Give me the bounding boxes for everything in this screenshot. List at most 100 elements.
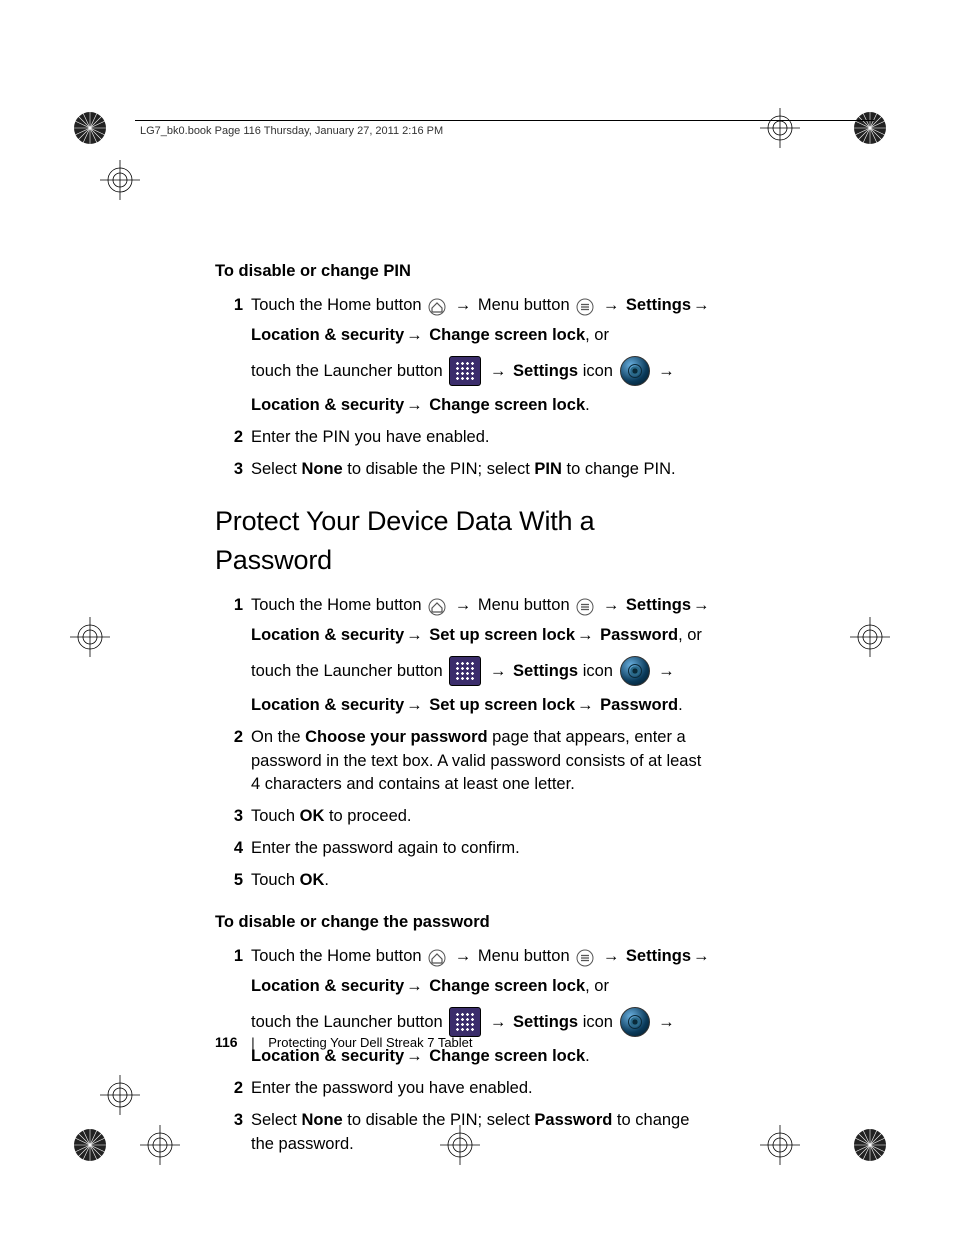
step-item: 3 Select None to disable the PIN; select… xyxy=(215,458,715,482)
step-number: 2 xyxy=(215,726,251,750)
step-number: 1 xyxy=(215,945,251,969)
launcher-icon xyxy=(449,356,481,386)
bold: Change screen lock xyxy=(429,977,585,995)
step-number: 2 xyxy=(215,426,251,450)
bold: Location & security xyxy=(251,396,404,414)
text: icon xyxy=(583,662,618,680)
bold: Set up screen lock xyxy=(429,696,575,714)
text: icon xyxy=(583,1013,618,1031)
step-body: Select None to disable the PIN; select P… xyxy=(251,1109,715,1157)
step-body: Touch the Home button → Menu button → Se… xyxy=(251,294,715,418)
step-number: 3 xyxy=(215,805,251,829)
bold: Location & security xyxy=(251,977,404,995)
step-body: Touch OK. xyxy=(251,869,715,893)
bold: Settings xyxy=(626,596,691,614)
steps-list: 1 Touch the Home button → Menu button → … xyxy=(215,594,715,893)
step-body: Enter the password you have enabled. xyxy=(251,1077,715,1101)
arrow-icon: → xyxy=(601,947,622,965)
step-number: 3 xyxy=(215,458,251,482)
text: Select xyxy=(251,1111,301,1129)
arrow-icon: → xyxy=(691,596,712,614)
step-item: 4 Enter the password again to confirm. xyxy=(215,837,715,861)
text: to proceed. xyxy=(324,807,411,825)
text: Menu button xyxy=(478,947,574,965)
bold: Password xyxy=(534,1111,612,1129)
crop-mark-icon xyxy=(850,617,890,657)
text: Menu button xyxy=(478,296,574,314)
crop-mark-icon xyxy=(100,1075,140,1115)
chapter-title: Protecting Your Dell Streak 7 Tablet xyxy=(268,1035,472,1050)
bold: Settings xyxy=(626,947,691,965)
crop-mark-icon xyxy=(140,1125,180,1165)
bold: PIN xyxy=(534,460,562,478)
text: Touch the Home button xyxy=(251,296,426,314)
home-icon xyxy=(428,949,446,975)
text: , or xyxy=(585,326,609,344)
crop-mark-icon xyxy=(70,1125,110,1165)
text: . xyxy=(585,1047,590,1065)
text: Touch xyxy=(251,807,300,825)
bold: None xyxy=(301,460,342,478)
arrow-icon: → xyxy=(488,1013,509,1031)
arrow-icon: → xyxy=(488,362,509,380)
arrow-icon: → xyxy=(691,296,712,314)
step-body: Enter the password again to confirm. xyxy=(251,837,715,861)
subheading-disable-pin: To disable or change PIN xyxy=(215,260,715,284)
step-body: On the Choose your password page that ap… xyxy=(251,726,715,798)
bold: Location & security xyxy=(251,626,404,644)
bold: Password xyxy=(600,696,678,714)
text: Touch xyxy=(251,871,300,889)
arrow-icon: → xyxy=(453,947,474,965)
arrow-icon: → xyxy=(404,326,425,344)
text: Select xyxy=(251,460,301,478)
step-item: 1 Touch the Home button → Menu button → … xyxy=(215,294,715,418)
header-rule xyxy=(135,120,874,121)
arrow-icon: → xyxy=(404,696,425,714)
menu-icon xyxy=(576,949,594,975)
settings-icon xyxy=(620,656,650,686)
arrow-icon: → xyxy=(453,296,474,314)
arrow-icon: → xyxy=(453,596,474,614)
text: to disable the PIN; select xyxy=(343,460,535,478)
text: , or xyxy=(585,977,609,995)
step-item: 3 Select None to disable the PIN; select… xyxy=(215,1109,715,1157)
text: . xyxy=(324,871,329,889)
crop-mark-icon xyxy=(70,108,110,148)
bold: Settings xyxy=(513,662,578,680)
step-item: 2 Enter the PIN you have enabled. xyxy=(215,426,715,450)
step-number: 5 xyxy=(215,869,251,893)
home-icon xyxy=(428,598,446,624)
launcher-icon xyxy=(449,656,481,686)
bold: OK xyxy=(300,871,325,889)
page: LG7_bk0.book Page 116 Thursday, January … xyxy=(0,0,954,1235)
bold: Change screen lock xyxy=(429,396,585,414)
step-number: 2 xyxy=(215,1077,251,1101)
step-body: Touch OK to proceed. xyxy=(251,805,715,829)
text: , or xyxy=(678,626,702,644)
text: On the xyxy=(251,728,305,746)
text: . xyxy=(678,696,683,714)
arrow-icon: → xyxy=(656,662,677,680)
crop-mark-icon xyxy=(100,160,140,200)
step-number: 1 xyxy=(215,294,251,318)
steps-list: 1 Touch the Home button → Menu button → … xyxy=(215,294,715,482)
text: Touch the Home button xyxy=(251,947,426,965)
arrow-icon: → xyxy=(488,662,509,680)
arrow-icon: → xyxy=(601,296,622,314)
step-body: Select None to disable the PIN; select P… xyxy=(251,458,715,482)
step-number: 1 xyxy=(215,594,251,618)
bold: Change screen lock xyxy=(429,326,585,344)
arrow-icon: → xyxy=(601,596,622,614)
text: to change PIN. xyxy=(562,460,676,478)
bold: Password xyxy=(600,626,678,644)
step-item: 2 Enter the password you have enabled. xyxy=(215,1077,715,1101)
footer-separator: | xyxy=(241,1035,264,1050)
step-number: 4 xyxy=(215,837,251,861)
crop-mark-icon xyxy=(850,1125,890,1165)
text: Touch the Home button xyxy=(251,596,426,614)
bold: Location & security xyxy=(251,326,404,344)
bold: OK xyxy=(300,807,325,825)
bold: Settings xyxy=(626,296,691,314)
menu-icon xyxy=(576,598,594,624)
bold: Settings xyxy=(513,1013,578,1031)
